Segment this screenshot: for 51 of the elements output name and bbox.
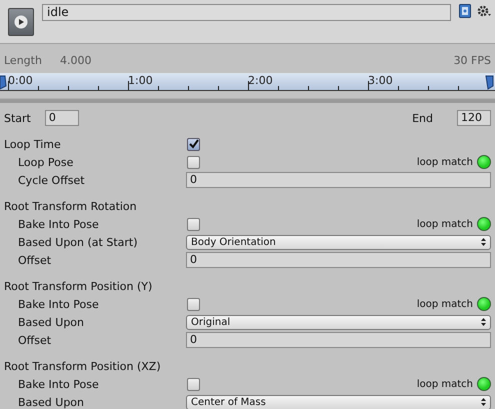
field-label: Cycle Offset [17,174,86,186]
checkbox[interactable] [187,298,200,310]
loop-match-label: loop match [416,218,473,230]
field-label: Bake Into Pose [17,298,100,310]
number-field[interactable]: 0 [186,252,491,268]
field-label: Bake Into Pose [17,218,100,230]
checkbox[interactable] [187,378,200,390]
field-label: Based Upon (at Start) [17,236,139,248]
field-label: Based Upon [17,316,85,328]
section-title: Loop Time [4,138,62,150]
checkbox[interactable] [187,218,200,230]
field-label: Offset [17,334,52,346]
end-label: End [412,112,433,124]
checkbox[interactable] [187,138,200,150]
dropdown[interactable]: Body Orientation [186,234,491,250]
start-field[interactable]: 0 [44,110,79,126]
length-label: Length [4,54,42,68]
start-label: Start [4,112,31,124]
checkbox[interactable] [187,156,200,168]
time-label: 1:00 [128,74,153,87]
loop-match-label: loop match [416,156,473,168]
help-book-icon[interactable] [459,4,471,18]
checkmark-icon [188,139,198,149]
number-field[interactable]: 0 [186,172,491,188]
updown-arrow-icon [481,398,486,406]
clip-name-field[interactable]: idle [42,4,451,21]
loop-match-label: loop match [416,378,473,390]
field-label: Bake Into Pose [17,378,100,390]
fps-label: 30 FPS [454,54,491,68]
gear-icon[interactable] [477,4,491,18]
length-value: 4.000 [60,54,92,68]
time-label: 2:00 [248,74,273,87]
field-label: Loop Pose [17,156,74,168]
timeline-ruler[interactable]: 0:00 1:00 2:00 3:00 [0,73,495,91]
updown-arrow-icon [481,318,486,326]
updown-arrow-icon [481,238,486,246]
animation-clip-icon [8,8,34,36]
number-field[interactable]: 0 [186,332,491,348]
field-label: Based Upon [17,396,85,408]
section-title: Root Transform Position (XZ) [4,360,162,372]
section-title: Root Transform Rotation [4,200,138,212]
dropdown[interactable]: Center of Mass [186,394,491,409]
section-title: Root Transform Position (Y) [4,280,154,292]
dropdown[interactable]: Original [186,314,491,330]
field-label: Offset [17,254,52,266]
start-marker-icon[interactable] [0,76,7,90]
end-field[interactable]: 120 [457,110,491,126]
end-marker-icon[interactable] [485,76,494,90]
time-label: 0:00 [8,74,33,87]
loop-match-label: loop match [416,298,473,310]
time-label: 3:00 [368,74,393,87]
